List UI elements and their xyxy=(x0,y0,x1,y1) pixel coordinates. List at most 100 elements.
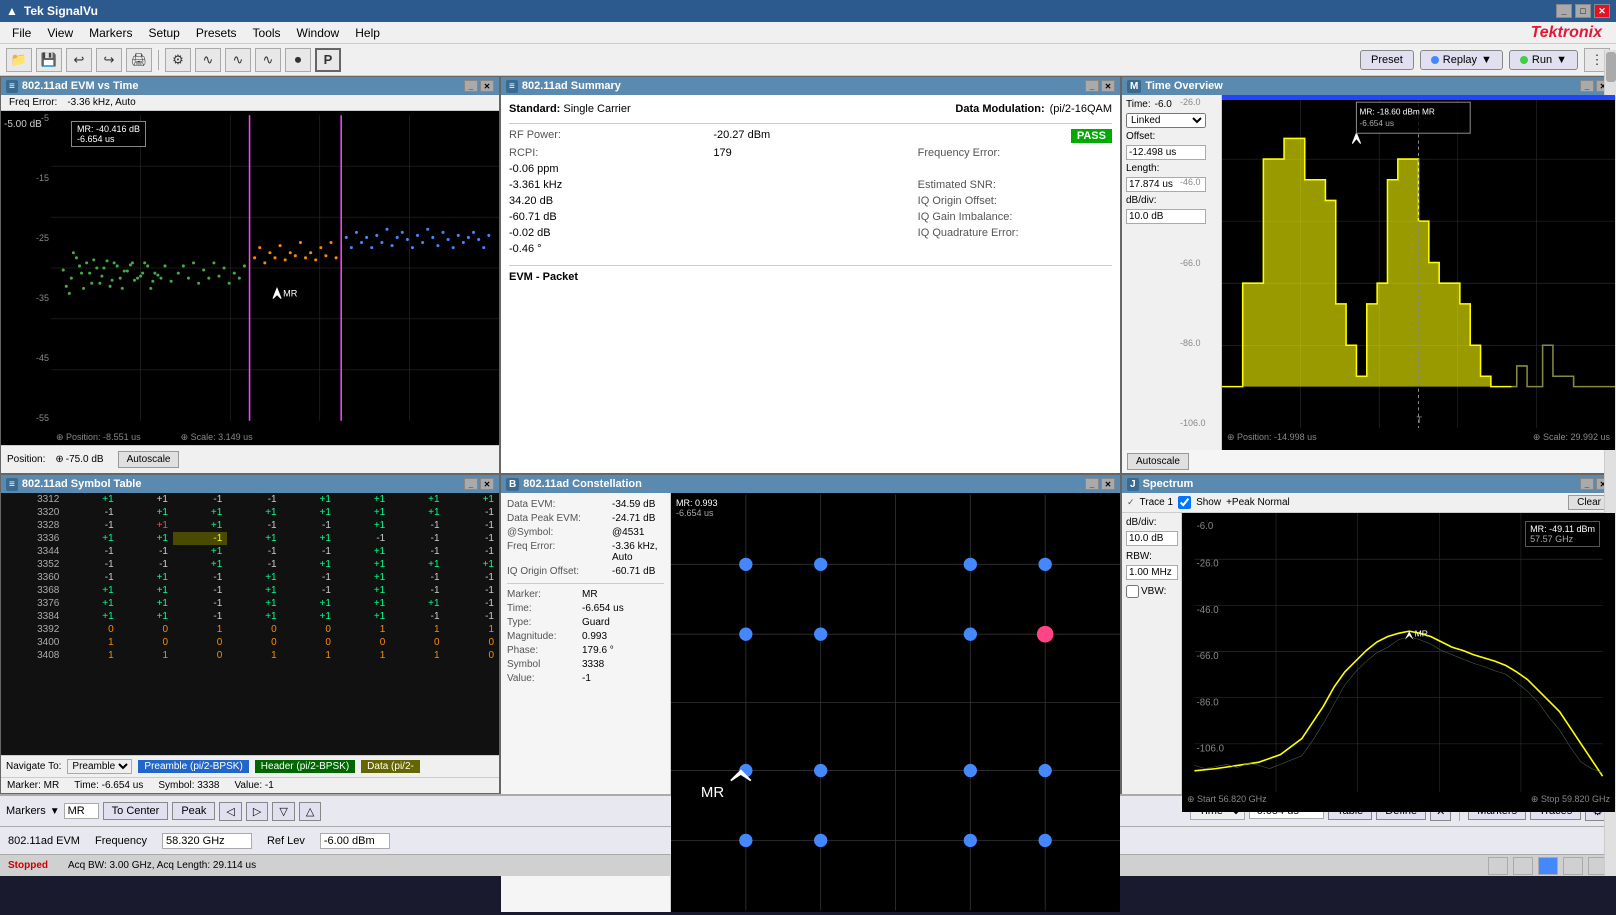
toolbar-open-button[interactable]: 📁 xyxy=(6,48,32,72)
preset-button[interactable]: Preset xyxy=(1360,50,1414,70)
toolbar-signal2-button[interactable]: ∿ xyxy=(225,48,251,72)
sym-status-bar: Marker: MR Time: -6.654 us Symbol: 3338 … xyxy=(1,777,499,793)
const-time-row: Time: -6.654 us xyxy=(507,603,664,614)
iq-gain-value: -0.02 dB xyxy=(509,227,703,239)
ref-lev-input[interactable] xyxy=(320,833,390,849)
time-minimize-btn[interactable]: _ xyxy=(1580,80,1594,92)
const-freq-value: -3.36 kHz, Auto xyxy=(612,541,664,563)
taskbar-icon-3[interactable] xyxy=(1538,857,1558,875)
const-symbol-value: @4531 xyxy=(612,527,644,538)
toolbar-settings-button[interactable]: ⚙ xyxy=(165,48,191,72)
scrollbar-thumb[interactable] xyxy=(1606,52,1616,82)
taskbar-icon-2[interactable] xyxy=(1513,857,1533,875)
marker-name-input[interactable] xyxy=(64,803,99,819)
evm-compass-icon: ⊕ xyxy=(55,454,63,465)
spectrum-start-label: ⊕ Start 56.820 GHz xyxy=(1187,794,1267,810)
minimize-button[interactable]: _ xyxy=(1556,4,1572,18)
table-row: 3408 1101 1110 xyxy=(1,649,499,662)
toolbar-record-button[interactable]: ⏺ xyxy=(285,48,311,72)
preamble-badge[interactable]: Preamble (pi/2-BPSK) xyxy=(138,760,248,773)
nav-down-button[interactable]: ▽ xyxy=(272,802,294,821)
const-type-value: Guard xyxy=(582,617,610,628)
toolbar-undo-button[interactable]: ↩ xyxy=(66,48,92,72)
toolbar-signal3-button[interactable]: ∿ xyxy=(255,48,281,72)
summary-close-btn[interactable]: ✕ xyxy=(1101,80,1115,92)
freq-error-value-2b: -3.361 kHz xyxy=(509,179,703,191)
spec-rbw-value: 1.00 MHz xyxy=(1126,565,1177,580)
rf-power-label: RF Power: xyxy=(509,129,703,143)
dropdown-arrow-icon[interactable]: ▼ xyxy=(50,806,60,817)
menu-help[interactable]: Help xyxy=(347,24,388,42)
navigate-to-select[interactable]: Preamble xyxy=(67,759,132,774)
data-badge[interactable]: Data (pi/2- xyxy=(361,760,420,773)
toolbar-p-button[interactable]: P xyxy=(315,48,341,72)
maximize-button[interactable]: □ xyxy=(1575,4,1591,18)
navigate-to-label: Navigate To: xyxy=(6,761,61,772)
spec-dbdiv-input[interactable]: 10.0 dB xyxy=(1126,531,1178,546)
evm-minimize-btn[interactable]: _ xyxy=(464,80,478,92)
const-close-btn[interactable]: ✕ xyxy=(1101,478,1115,490)
evm-close-btn[interactable]: ✕ xyxy=(480,80,494,92)
const-icon: B xyxy=(506,478,519,491)
spectrum-minimize-btn[interactable]: _ xyxy=(1580,478,1594,490)
evm-mr-time: -6.654 us xyxy=(77,134,140,144)
evm-autoscale-button[interactable]: Autoscale xyxy=(118,451,180,468)
const-minimize-btn[interactable]: _ xyxy=(1085,478,1099,490)
time-ctrl-time-value: -6.0 xyxy=(1155,99,1172,110)
symbol-minimize-btn[interactable]: _ xyxy=(464,478,478,490)
time-yaxis: -26.0 -46.0 -66.0 -86.0 -106.0 xyxy=(1180,95,1222,430)
toolbar-save-button[interactable]: 💾 xyxy=(36,48,62,72)
menu-file[interactable]: File xyxy=(4,24,39,42)
to-center-button[interactable]: To Center xyxy=(103,802,169,820)
nav-up-button[interactable]: △ xyxy=(299,802,321,821)
acq-info: Acq BW: 3.00 GHz, Acq Length: 29.114 us xyxy=(68,860,256,871)
nav-left-button[interactable]: ◁ xyxy=(219,802,241,821)
const-mag-value: 0.993 xyxy=(582,631,607,642)
taskbar-icon-4[interactable] xyxy=(1563,857,1583,875)
nav-right-button[interactable]: ▷ xyxy=(246,802,268,821)
frequency-input[interactable] xyxy=(162,833,252,849)
spec-dbdiv-value: 10.0 dB xyxy=(1126,531,1177,546)
close-button[interactable]: ✕ xyxy=(1594,4,1610,18)
evm-db-label: -5.00 dB xyxy=(1,119,45,130)
replay-button[interactable]: Replay ▼ xyxy=(1420,50,1503,70)
const-peak-evm-label: Data Peak EVM: xyxy=(507,513,612,524)
const-symbol-label: @Symbol: xyxy=(507,527,612,538)
toolbar-redo-button[interactable]: ↪ xyxy=(96,48,122,72)
toolbar-signal1-button[interactable]: ∿ xyxy=(195,48,221,72)
menu-markers[interactable]: Markers xyxy=(81,24,140,42)
spec-vbw-checkbox[interactable] xyxy=(1126,585,1139,598)
show-checkbox[interactable] xyxy=(1178,496,1191,509)
menu-tools[interactable]: Tools xyxy=(245,24,289,42)
spec-dbdiv-label: dB/div: xyxy=(1126,517,1177,528)
table-row: 3360 -1+1-1+1 -1+1-1-1 xyxy=(1,571,499,584)
header-badge[interactable]: Header (pi/2-BPSK) xyxy=(255,760,355,773)
pass-badge: PASS xyxy=(1071,129,1112,143)
menu-window[interactable]: Window xyxy=(289,24,348,42)
freq-error-label-2: Frequency Error: xyxy=(918,147,1112,159)
spec-rbw-input[interactable]: 1.00 MHz xyxy=(1126,565,1178,580)
summary-icon: ≡ xyxy=(506,80,518,93)
menu-bar: File View Markers Setup Presets Tools Wi… xyxy=(0,22,1616,44)
run-button[interactable]: Run ▼ xyxy=(1509,50,1578,70)
spectrum-mr-info: MR: -49.11 dBm 57.57 GHz xyxy=(1525,521,1600,547)
svg-text:MR: MR xyxy=(283,289,298,299)
peak-button[interactable]: Peak xyxy=(172,802,215,820)
const-iq-label: IQ Origin Offset: xyxy=(507,566,612,577)
const-phase-row: Phase: 179.6 ° xyxy=(507,645,664,656)
const-iq-row: IQ Origin Offset: -60.71 dB xyxy=(507,566,664,577)
const-peak-evm-row: Data Peak EVM: -24.71 dB xyxy=(507,513,664,524)
menu-setup[interactable]: Setup xyxy=(140,24,187,42)
symbol-table-content[interactable]: 3312 +1+1-1-1 +1+1+1+1 3320 -1+1+1+1 +1+… xyxy=(1,493,499,755)
summary-minimize-btn[interactable]: _ xyxy=(1085,80,1099,92)
taskbar-icon-1[interactable] xyxy=(1488,857,1508,875)
toolbar: 📁 💾 ↩ ↪ 🖨 ⚙ ∿ ∿ ∿ ⏺ P Preset Replay ▼ Ru… xyxy=(0,44,1616,76)
toolbar-print-button[interactable]: 🖨 xyxy=(126,48,152,72)
app-icon: ▲ xyxy=(6,4,18,18)
menu-view[interactable]: View xyxy=(39,24,81,42)
svg-text:-106.0: -106.0 xyxy=(1197,743,1224,754)
time-autoscale-button[interactable]: Autoscale xyxy=(1127,453,1189,470)
standard-value: Single Carrier xyxy=(563,103,630,115)
menu-presets[interactable]: Presets xyxy=(188,24,245,42)
symbol-close-btn[interactable]: ✕ xyxy=(480,478,494,490)
